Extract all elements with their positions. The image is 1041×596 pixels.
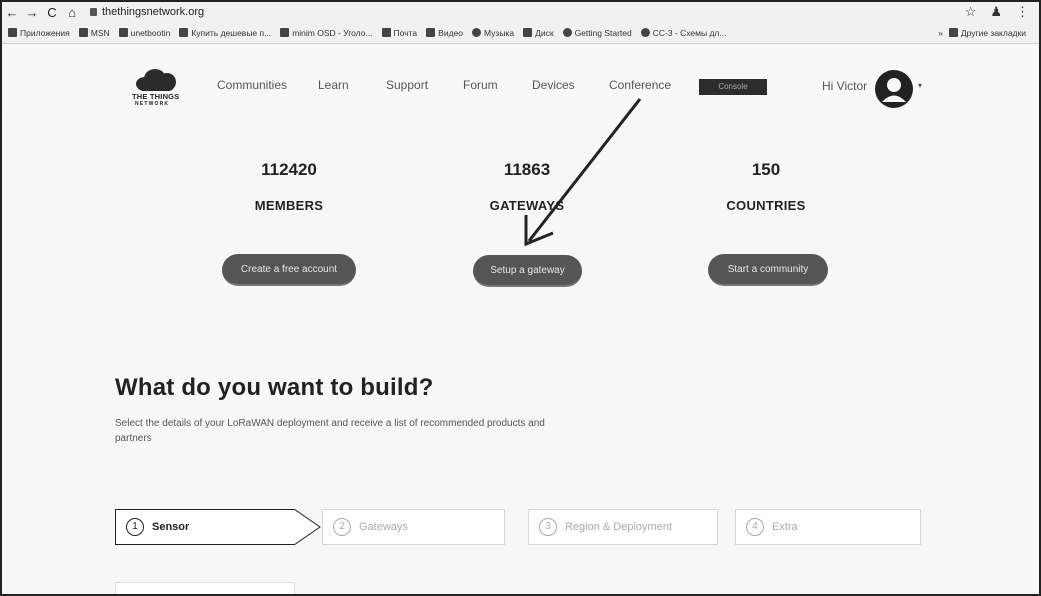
step-label: Region & Deployment [565, 521, 673, 533]
step-label: Extra [772, 521, 798, 533]
step-extra[interactable]: 4 Extra [735, 509, 921, 545]
step-label: Sensor [152, 521, 190, 533]
step-label: Gateways [359, 521, 408, 533]
browser-window: ← → C ⌂ thethingsnetwork.org ☆ ♟ ⋮ Прило… [0, 0, 1041, 596]
step-gateways[interactable]: 2 Gateways [322, 509, 505, 545]
step-number: 3 [539, 518, 557, 536]
build-subtitle: Select the details of your LoRaWAN deplo… [115, 418, 545, 444]
option-card[interactable] [115, 582, 295, 594]
step-arrow-icon [294, 509, 321, 545]
step-number: 4 [746, 518, 764, 536]
build-title: What do you want to build? [115, 374, 434, 401]
annotation-arrow-icon [524, 98, 642, 247]
step-sensor[interactable]: 1 Sensor [115, 509, 295, 545]
step-region-deployment[interactable]: 3 Region & Deployment [528, 509, 718, 545]
step-number: 1 [126, 518, 144, 536]
step-number: 2 [333, 518, 351, 536]
